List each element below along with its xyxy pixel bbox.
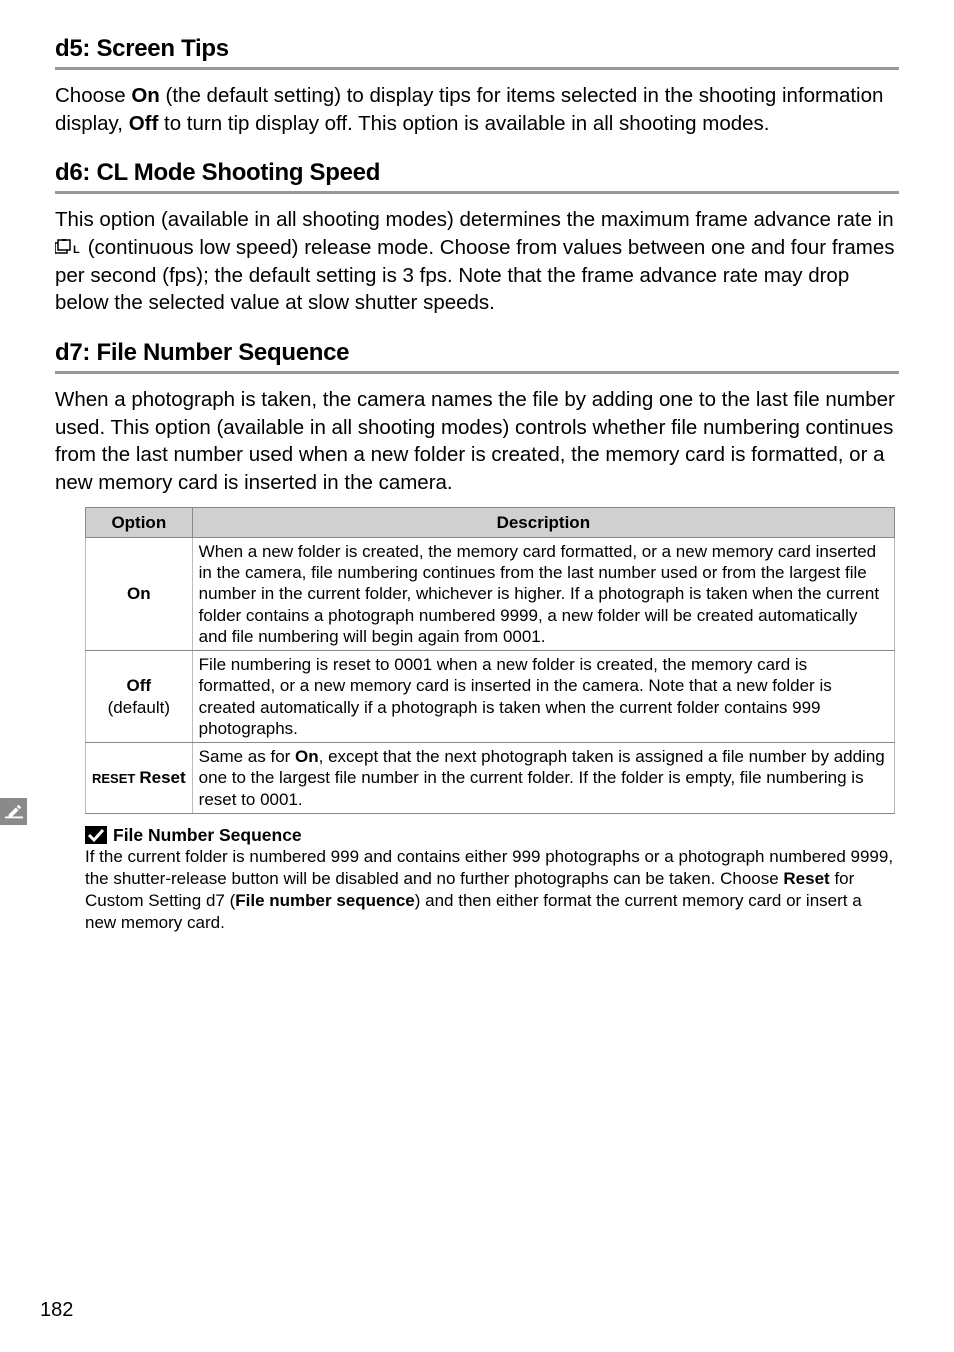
svg-text:L: L xyxy=(73,244,80,255)
note-d7-heading-text: File Number Sequence xyxy=(113,824,302,846)
note-d7-body: If the current folder is numbered 999 an… xyxy=(85,846,895,933)
desc-reset: Same as for On, except that the next pho… xyxy=(192,743,894,814)
body-d6: This option (available in all shooting m… xyxy=(55,206,899,317)
opt-reset: RESETReset xyxy=(86,743,193,814)
pencil-icon xyxy=(5,803,23,821)
th-option: Option xyxy=(86,507,193,537)
body-d6-pre: This option (available in all shooting m… xyxy=(55,208,894,231)
page-number: 182 xyxy=(40,1299,73,1322)
body-d7: When a photograph is taken, the camera n… xyxy=(55,386,899,497)
desc-on: When a new folder is created, the memory… xyxy=(192,537,894,650)
rule-d7 xyxy=(55,371,899,374)
rule-d6 xyxy=(55,191,899,194)
note-d7: File Number Sequence If the current fold… xyxy=(85,824,895,933)
th-description: Description xyxy=(192,507,894,537)
body-d5: Choose On (the default setting) to displ… xyxy=(55,82,899,137)
side-tab xyxy=(0,798,27,825)
check-slash-icon xyxy=(85,826,107,844)
opt-off: Off(default) xyxy=(86,651,193,743)
continuous-low-icon: L xyxy=(55,235,82,251)
heading-d7: d7: File Number Sequence xyxy=(55,339,899,367)
heading-d5: d5: Screen Tips xyxy=(55,35,899,63)
body-d6-post: (continuous low speed) release mode. Cho… xyxy=(55,236,894,314)
heading-d6: d6: CL Mode Shooting Speed xyxy=(55,159,899,187)
desc-off: File numbering is reset to 0001 when a n… xyxy=(192,651,894,743)
opt-on: On xyxy=(86,537,193,650)
note-d7-heading: File Number Sequence xyxy=(85,824,895,846)
rule-d5 xyxy=(55,67,899,70)
table-d7-options: Option Description On When a new folder … xyxy=(85,507,895,814)
